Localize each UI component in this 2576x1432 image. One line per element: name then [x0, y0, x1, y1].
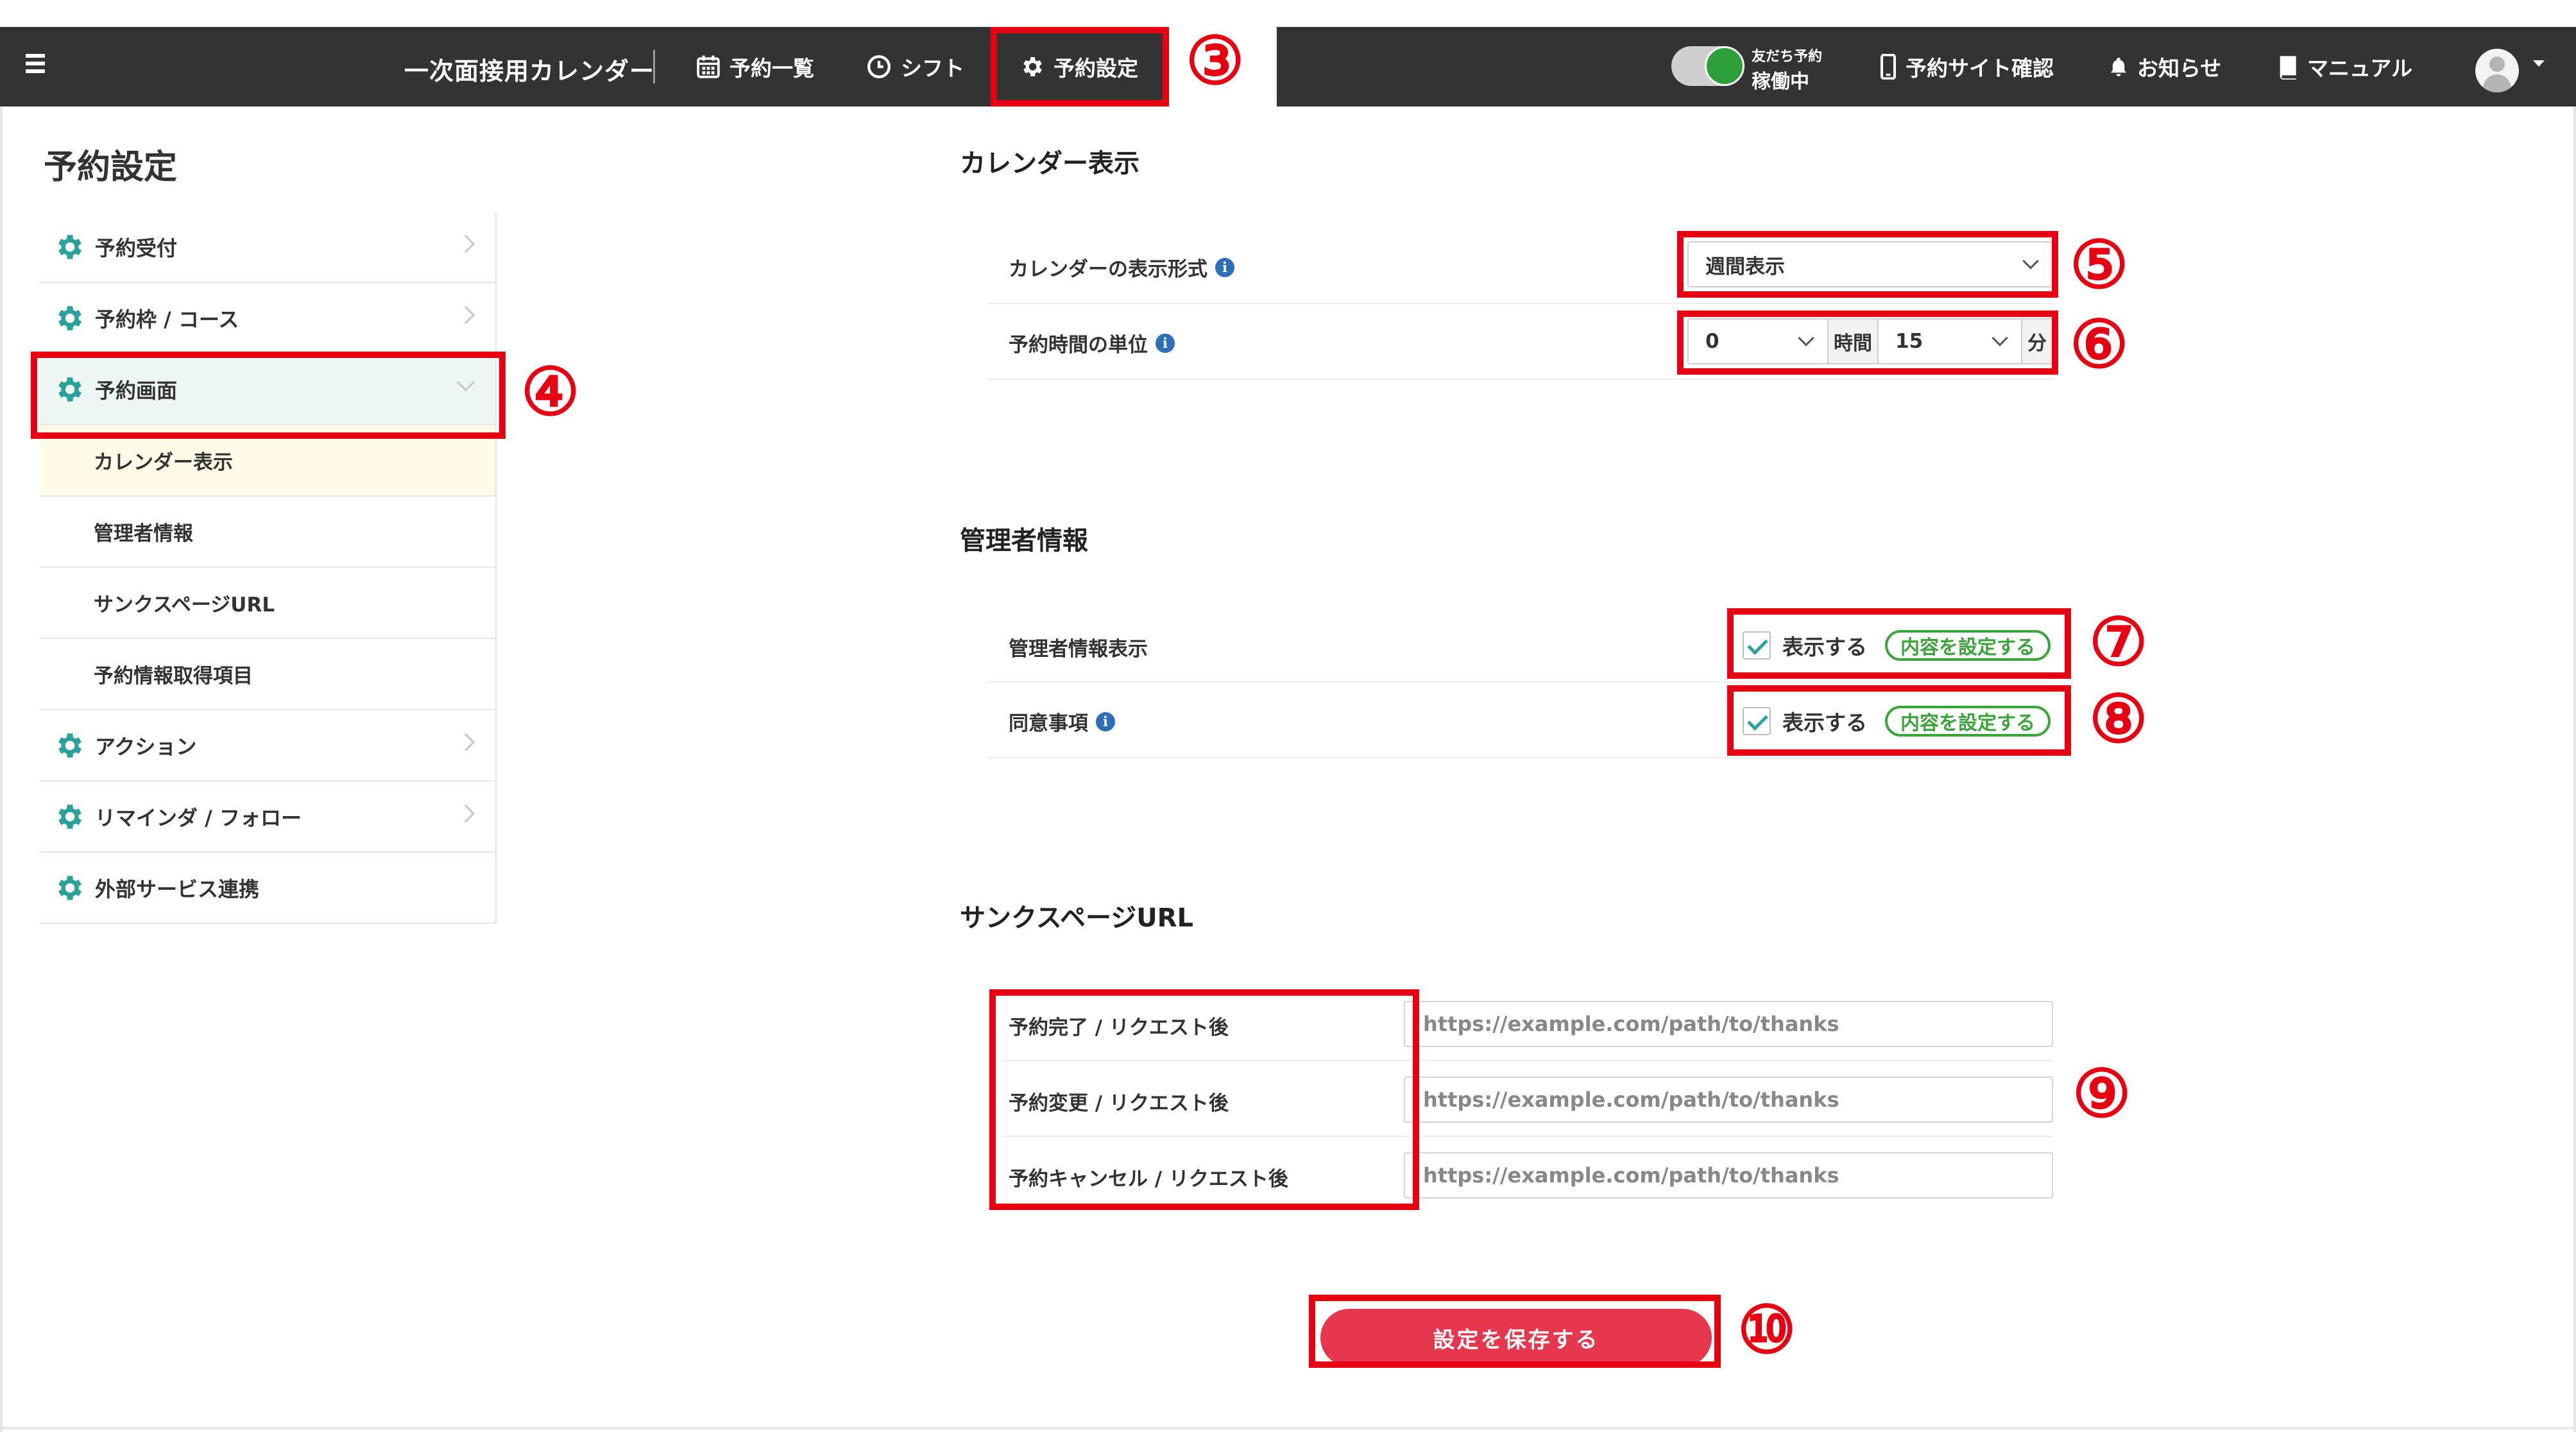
friend-booking-toggle[interactable] — [1671, 46, 1744, 86]
thanks-complete-url-input[interactable]: https://example.com/path/to/thanks — [1404, 1001, 2053, 1047]
nav-notifications-label: お知らせ — [2137, 56, 2222, 81]
settings-sidebar: 予約受付 予約枠 / コース 予約画面 カレンダー表示 管理者情報 サンクスペー… — [40, 212, 497, 924]
user-avatar[interactable] — [2475, 49, 2519, 92]
bell-icon — [2110, 57, 2127, 76]
callout-5: ⑤ — [2070, 226, 2129, 303]
consent-label-text: 同意事項 — [1009, 712, 1088, 735]
row-divider — [988, 379, 2053, 380]
chevron-right-icon — [456, 733, 475, 752]
sidebar-item-label: アクション — [95, 734, 197, 759]
highlight-box-6 — [1677, 311, 2058, 375]
callout-7: ⑦ — [2089, 604, 2148, 681]
smartphone-icon — [1881, 54, 1896, 80]
nav-reservation-list[interactable]: 予約一覧 — [696, 50, 814, 83]
sidebar-item-label: 予約受付 — [95, 235, 178, 260]
nav-manual-label: マニュアル — [2307, 56, 2413, 81]
sidebar-item-label: 予約枠 / コース — [95, 307, 239, 332]
thanks-change-url-input[interactable]: https://example.com/path/to/thanks — [1404, 1077, 2053, 1123]
app-title[interactable]: 一次面接用カレンダー — [404, 51, 654, 87]
highlight-box-10 — [1309, 1295, 1721, 1368]
nav-reservation-list-label: 予約一覧 — [729, 56, 814, 81]
chevron-right-icon — [456, 305, 475, 325]
chevron-right-icon — [456, 234, 475, 253]
info-icon[interactable]: i — [1096, 712, 1115, 731]
display-format-label-text: カレンダーの表示形式 — [1009, 258, 1207, 281]
callout-6: ⑥ — [2070, 306, 2129, 383]
sidebar-item-slots-courses[interactable]: 予約枠 / コース — [40, 283, 495, 354]
callout-4: ④ — [521, 354, 580, 430]
callout-3: ③ — [1186, 22, 1245, 99]
highlight-box-8 — [1727, 685, 2071, 756]
nav-site-check-label: 予約サイト確認 — [1906, 56, 2054, 81]
hamburger-menu-icon[interactable] — [26, 54, 58, 80]
admin-display-label: 管理者情報表示 — [1009, 633, 1148, 661]
highlight-box-9 — [989, 989, 1419, 1210]
sidebar-item-actions[interactable]: アクション — [40, 710, 495, 781]
row-divider — [988, 757, 2053, 758]
nav-shift-label: シフト — [901, 56, 964, 81]
consent-label: 同意事項 i — [1009, 707, 1115, 736]
nav-manual[interactable]: マニュアル — [2278, 50, 2412, 83]
sidebar-item-reminder-follow[interactable]: リマインダ / フォロー — [40, 781, 495, 853]
callout-10: ⑩ — [1737, 1291, 1796, 1368]
gear-icon — [58, 804, 81, 829]
nav-reservation-site-check[interactable]: 予約サイト確認 — [1879, 50, 2054, 83]
highlight-box-4 — [31, 352, 506, 439]
top-bar: 一次面接用カレンダー 予約一覧 シフト 予約設定 友だち予約 稼働中 予約サイト… — [0, 27, 2576, 107]
gear-icon — [58, 875, 81, 900]
gear-icon — [58, 305, 81, 330]
sidebar-item-label: 外部サービス連携 — [95, 876, 260, 901]
sidebar-item-reception[interactable]: 予約受付 — [40, 212, 495, 283]
nav-notifications[interactable]: お知らせ — [2108, 50, 2221, 83]
sidebar-subitem-thanks-url[interactable]: サンクスページURL — [40, 568, 495, 639]
title-separator — [653, 50, 655, 83]
sidebar-subitem-admin-info[interactable]: 管理者情報 — [40, 497, 495, 568]
thanks-section-title: サンクスページURL — [960, 903, 1193, 933]
toggle-status: 稼働中 — [1752, 71, 1809, 93]
booking-unit-label-text: 予約時間の単位 — [1009, 334, 1148, 357]
admin-section-title: 管理者情報 — [960, 526, 1088, 556]
info-icon[interactable]: i — [1156, 333, 1175, 353]
book-icon — [2280, 56, 2296, 80]
highlight-box-5 — [1677, 231, 2058, 298]
frame-bottom — [0, 1427, 2576, 1429]
nav-shift[interactable]: シフト — [866, 50, 964, 83]
booking-unit-label: 予約時間の単位 i — [1009, 328, 1175, 357]
callout-9: ⑨ — [2072, 1055, 2131, 1132]
chevron-right-icon — [456, 804, 475, 823]
info-icon[interactable]: i — [1215, 257, 1234, 277]
gear-icon — [58, 234, 81, 259]
frame-left — [0, 27, 3, 1432]
sidebar-item-label: リマインダ / フォロー — [95, 805, 302, 830]
frame-right — [2573, 27, 2576, 1432]
row-divider — [988, 303, 2053, 304]
calendar-icon — [697, 55, 720, 78]
toggle-knob — [1705, 46, 1744, 86]
highlight-box-7 — [1727, 608, 2071, 679]
gear-icon — [58, 733, 81, 758]
page-title: 予約設定 — [44, 148, 178, 187]
clock-icon — [867, 55, 891, 78]
callout-8: ⑧ — [2089, 681, 2148, 758]
thanks-cancel-url-input[interactable]: https://example.com/path/to/thanks — [1404, 1152, 2053, 1198]
highlight-box-3 — [991, 27, 1169, 107]
display-format-label: カレンダーの表示形式 i — [1009, 253, 1234, 282]
admin-display-label-text: 管理者情報表示 — [1009, 638, 1148, 661]
toggle-caption: 友だち予約 — [1752, 49, 1823, 65]
calendar-section-title: カレンダー表示 — [960, 149, 1139, 178]
sidebar-subitem-booking-fields[interactable]: 予約情報取得項目 — [40, 639, 495, 710]
row-divider — [988, 681, 2053, 683]
sidebar-item-external-services[interactable]: 外部サービス連携 — [40, 853, 495, 924]
chevron-down-icon[interactable] — [2533, 60, 2545, 67]
